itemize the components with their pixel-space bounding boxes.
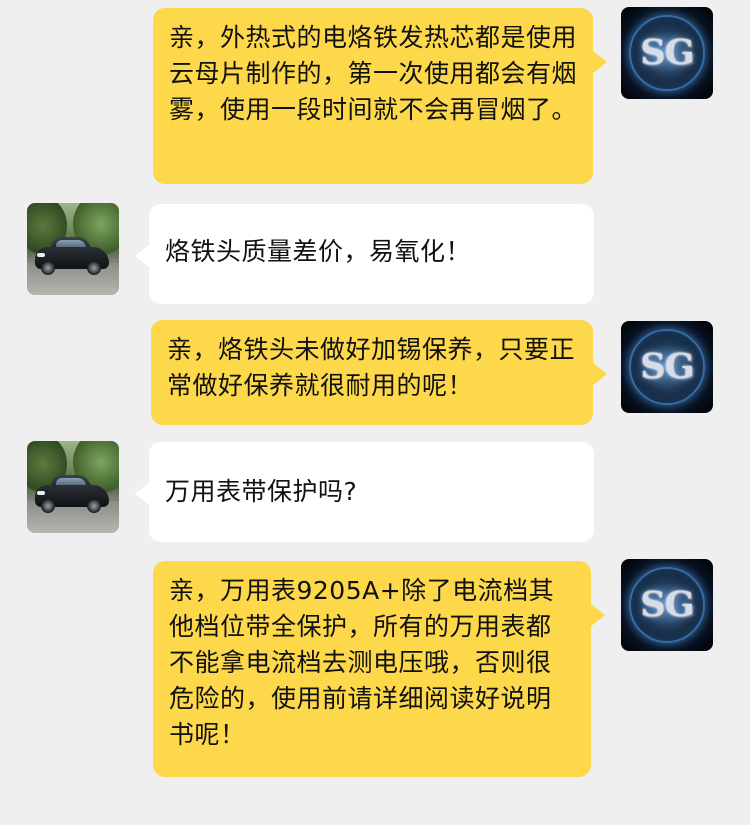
- customer-avatar[interactable]: [27, 203, 119, 295]
- shop-avatar[interactable]: SG: [621, 321, 713, 413]
- car-wheel: [87, 261, 101, 275]
- message-bubble: 亲，外热式的电烙铁发热芯都是使用云母片制作的，第一次使用都会有烟雾，使用一段时间…: [153, 8, 607, 184]
- chat-message: 万用表带保护吗?: [0, 430, 750, 550]
- chat-message: 亲，外热式的电烙铁发热芯都是使用云母片制作的，第一次使用都会有烟雾，使用一段时间…: [0, 0, 750, 190]
- avatar-logo-text: SG: [640, 346, 694, 387]
- shop-avatar[interactable]: SG: [621, 7, 713, 99]
- avatar-logo-text: SG: [640, 32, 694, 73]
- car-wheel: [87, 499, 101, 513]
- avatar-logo-text: SG: [640, 584, 694, 625]
- car-wheel: [41, 261, 55, 275]
- message-bubble: 亲，万用表9205A+除了电流档其他档位带全保护，所有的万用表都不能拿电流档去测…: [153, 561, 605, 777]
- customer-avatar[interactable]: [27, 441, 119, 533]
- message-bubble: 亲，烙铁头未做好加锡保养，只要正常做好保养就很耐用的呢！: [151, 320, 607, 425]
- chat-message: 亲，烙铁头未做好加锡保养，只要正常做好保养就很耐用的呢！ SG: [0, 310, 750, 430]
- message-bubble: 烙铁头质量差价，易氧化！: [135, 204, 594, 304]
- shop-avatar[interactable]: SG: [621, 559, 713, 651]
- chat-message: 亲，万用表9205A+除了电流档其他档位带全保护，所有的万用表都不能拿电流档去测…: [0, 550, 750, 825]
- chat-message: 烙铁头质量差价，易氧化！: [0, 190, 750, 310]
- car-headlight: [37, 491, 45, 495]
- message-bubble: 万用表带保护吗?: [135, 442, 594, 542]
- car-wheel: [41, 499, 55, 513]
- car-headlight: [37, 253, 45, 257]
